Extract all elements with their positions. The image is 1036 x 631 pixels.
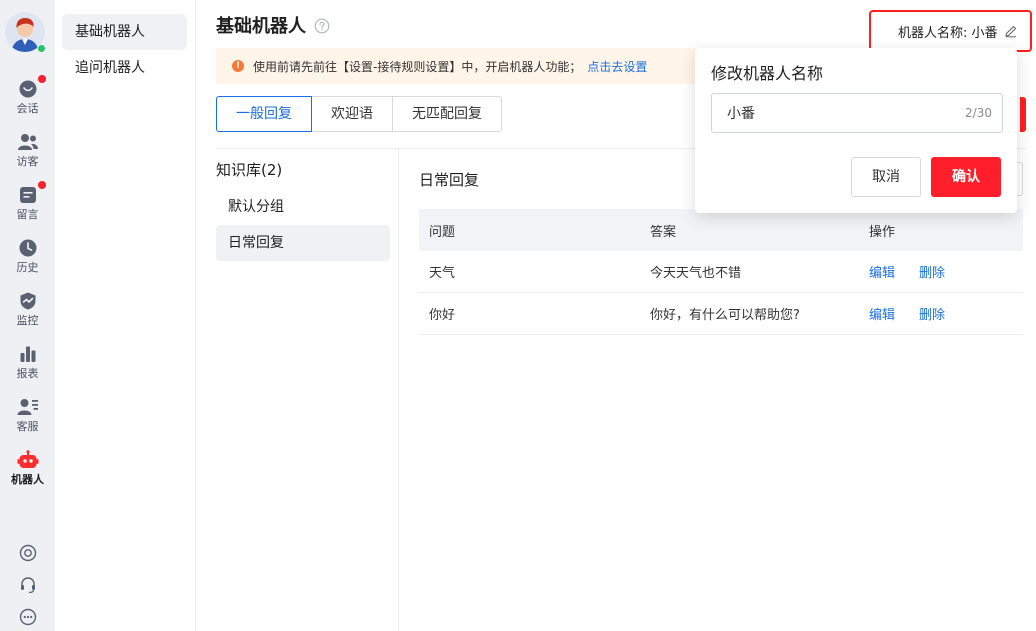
rail-item-label: 客服 — [16, 420, 39, 433]
help-icon[interactable] — [314, 18, 330, 34]
message-note-icon — [17, 184, 39, 206]
pencil-edit-icon[interactable] — [1004, 24, 1018, 38]
rename-robot-popover: 修改机器人名称 小番 2/30 取消 确认 — [695, 48, 1017, 213]
delete-button[interactable]: 删除 — [919, 304, 945, 323]
more-icon[interactable] — [0, 605, 55, 629]
robot-subnav: 基础机器人 追问机器人 — [55, 0, 196, 631]
monitor-shield-icon — [17, 290, 39, 312]
robot-name-label: 机器人名称: 小番 — [898, 25, 998, 41]
robot-name-input[interactable]: 小番 2/30 — [711, 93, 1003, 133]
answer-cell: 你好，有什么可以帮助您? — [650, 308, 800, 323]
clock-icon — [17, 237, 39, 259]
tab-welcome[interactable]: 欢迎语 — [311, 96, 393, 132]
question-cell: 你好 — [429, 308, 456, 323]
tab-no-match-reply[interactable]: 无匹配回复 — [392, 96, 502, 132]
online-status-dot — [37, 44, 46, 53]
icon-rail: 会话 访客 留言 历史 监控 报表 客服 机器人 — [0, 0, 55, 631]
column-header-actions: 操作 — [869, 224, 896, 240]
kb-group-daily[interactable]: 日常回复 — [216, 225, 390, 261]
rail-item-label: 报表 — [16, 367, 39, 380]
robot-name-input-value[interactable]: 小番 — [727, 103, 965, 123]
rail-item-agents[interactable]: 客服 — [0, 396, 55, 446]
chat-bubble-icon — [17, 78, 39, 100]
subnav-item-basic-robot[interactable]: 基础机器人 — [62, 14, 187, 50]
rail-item-chat[interactable]: 会话 — [0, 75, 55, 128]
rail-item-messages[interactable]: 留言 — [0, 181, 55, 234]
section-title: 日常回复 — [419, 171, 480, 189]
rail-item-label: 留言 — [16, 208, 39, 221]
answer-cell: 今天天气也不错 — [650, 266, 742, 281]
divider — [398, 149, 399, 631]
page-title: 基础机器人 — [216, 16, 306, 37]
go-settings-link[interactable]: 点击去设置 — [587, 58, 647, 75]
rail-item-history[interactable]: 历史 — [0, 237, 55, 287]
delete-button[interactable]: 删除 — [919, 262, 945, 281]
table-header: 问题 答案 操作 — [419, 209, 1023, 251]
table-row: 天气 今天天气也不错 编辑 删除 — [419, 251, 1023, 293]
bar-chart-icon — [17, 343, 39, 365]
rail-item-monitor[interactable]: 监控 — [0, 290, 55, 340]
rail-item-reports[interactable]: 报表 — [0, 343, 55, 393]
rail-item-visitors[interactable]: 访客 — [0, 131, 55, 181]
rail-item-label: 监控 — [16, 314, 39, 327]
kb-group-default[interactable]: 默认分组 — [216, 189, 390, 225]
rail-item-label: 访客 — [16, 155, 39, 168]
character-counter: 2/30 — [965, 106, 992, 120]
rail-item-label: 会话 — [16, 102, 39, 115]
confirm-button[interactable]: 确认 — [931, 157, 1001, 197]
edit-button[interactable]: 编辑 — [869, 304, 895, 323]
agent-list-icon — [17, 396, 39, 418]
rail-item-robot[interactable]: 机器人 — [0, 449, 55, 499]
qa-table: 问题 答案 操作 天气 今天天气也不错 编辑 删除 你好 你好，有什么可以帮助您… — [419, 209, 1023, 335]
notice-text: 使用前请先前往【设置-接待规则设置】中，开启机器人功能； — [253, 59, 582, 74]
popover-title: 修改机器人名称 — [711, 64, 824, 83]
subnav-item-followup-robot[interactable]: 追问机器人 — [62, 50, 187, 86]
cancel-button[interactable]: 取消 — [851, 157, 921, 197]
robot-icon — [17, 449, 39, 471]
notification-badge — [38, 181, 46, 189]
target-icon[interactable] — [0, 541, 55, 565]
headset-icon[interactable] — [0, 573, 55, 597]
warning-icon: ! — [232, 60, 244, 72]
column-header-answer: 答案 — [650, 224, 677, 240]
knowledge-base-title: 知识库(2) — [216, 161, 283, 179]
robot-name-display[interactable]: 机器人名称: 小番 — [869, 10, 1032, 52]
actions-cell: 编辑 删除 — [859, 304, 1023, 323]
table-row: 你好 你好，有什么可以帮助您? 编辑 删除 — [419, 293, 1023, 335]
rail-item-label: 机器人 — [11, 473, 44, 486]
actions-cell: 编辑 删除 — [859, 262, 1023, 281]
rail-item-label: 历史 — [16, 261, 39, 274]
question-cell: 天气 — [429, 266, 456, 281]
column-header-question: 问题 — [429, 224, 456, 240]
reply-tabs: 一般回复 欢迎语 无匹配回复 — [216, 96, 502, 132]
tab-general-reply[interactable]: 一般回复 — [216, 96, 312, 132]
visitors-icon — [17, 131, 39, 153]
hidden-primary-button-edge[interactable] — [1020, 97, 1026, 132]
notification-badge — [38, 75, 46, 83]
edit-button[interactable]: 编辑 — [869, 262, 895, 281]
